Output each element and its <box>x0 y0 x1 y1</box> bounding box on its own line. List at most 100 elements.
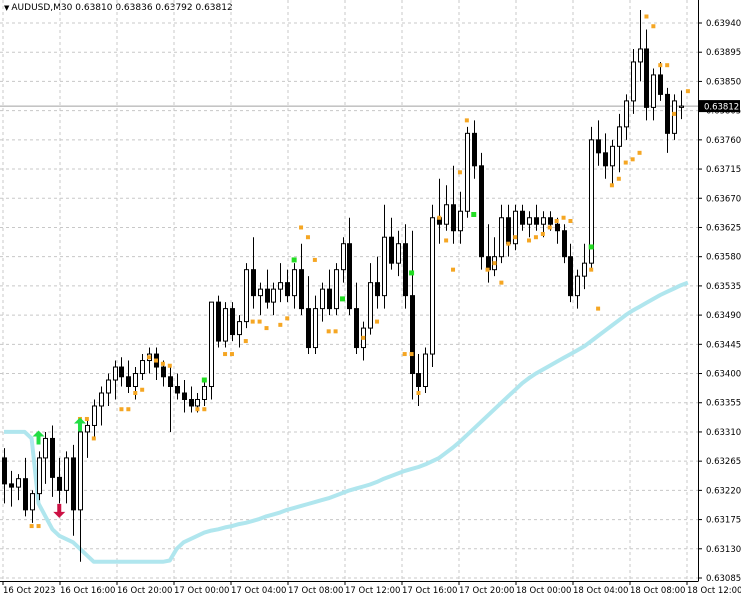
candle-body <box>410 295 415 375</box>
candle-body <box>534 217 539 225</box>
sar-dot <box>513 235 518 240</box>
candle-body <box>251 269 256 297</box>
sar-dot <box>133 391 138 395</box>
candle-body <box>223 308 228 342</box>
candle-body <box>64 457 69 491</box>
time-label: 18 Oct 12:00 <box>687 586 741 596</box>
candle-body <box>271 288 276 303</box>
sar-dot <box>299 225 304 230</box>
price-label: 0.63355 <box>706 399 741 409</box>
sar-dot <box>457 170 462 175</box>
time-label: 16 Oct 20:00 <box>117 586 172 596</box>
candle-body <box>472 132 477 167</box>
candle-body <box>548 217 553 225</box>
candle-body <box>306 308 311 349</box>
candle-body <box>506 217 511 245</box>
candle-body <box>575 275 580 297</box>
candle-body <box>631 61 636 102</box>
candle-body <box>610 145 615 167</box>
candle-body <box>479 165 484 258</box>
candle-body <box>354 308 359 349</box>
candle-body <box>347 243 352 310</box>
candle-body <box>292 269 297 297</box>
price-label: 0.63850 <box>706 77 741 87</box>
sar-dot <box>84 416 89 421</box>
candle-body <box>37 457 42 495</box>
chart-canvas[interactable]: 0.639400.638950.638500.638050.637600.637… <box>0 0 741 600</box>
price-label: 0.63490 <box>706 311 741 321</box>
price-label: 0.63940 <box>706 19 741 29</box>
sar-dot <box>160 361 165 366</box>
candle-body <box>189 398 194 407</box>
sar-dot <box>126 407 131 412</box>
sar-dot <box>409 352 414 357</box>
arrow-up-icon <box>73 417 86 432</box>
sar-dot <box>36 524 41 529</box>
candle-body <box>299 269 304 310</box>
price-label: 0.63580 <box>706 253 741 263</box>
candle-body <box>341 243 346 271</box>
sar-dot <box>658 63 663 68</box>
price-label: 0.63715 <box>706 165 741 175</box>
candle-body <box>396 243 401 264</box>
candle-body <box>78 431 83 511</box>
time-label: 18 Oct 00:00 <box>516 586 571 596</box>
candle-body <box>665 93 670 134</box>
sar-dot <box>492 261 497 266</box>
candle-body <box>230 308 235 336</box>
sar-dot <box>229 352 234 357</box>
time-label: 17 Oct 00:00 <box>174 586 229 596</box>
price-label: 0.63310 <box>706 428 741 438</box>
sar-dot <box>402 352 407 357</box>
sar-dot <box>202 407 207 412</box>
sar-dot <box>464 118 469 123</box>
candle-body <box>265 288 270 303</box>
chart-window[interactable]: ▼ AUDUSD,M30 0.63810 0.63836 0.63792 0.63… <box>0 0 741 600</box>
sar-dot <box>437 215 442 220</box>
price-label: 0.63625 <box>706 223 741 233</box>
sar-dot <box>326 329 331 334</box>
sar-dot <box>361 335 366 340</box>
candle-body <box>368 282 373 329</box>
candle-body <box>126 376 131 388</box>
candle-body <box>57 476 62 491</box>
sar-dot <box>561 215 566 220</box>
moving-average-line <box>4 280 689 564</box>
candle-body <box>92 405 97 426</box>
sar-dot <box>223 352 228 357</box>
price-label: 0.63175 <box>706 516 741 526</box>
candle-body <box>209 301 214 388</box>
candle-body <box>520 210 525 225</box>
candle-body <box>451 204 456 232</box>
candle-body <box>244 269 249 323</box>
sar-dot <box>29 524 34 529</box>
time-axis: 16 Oct 2023 16 Oct 16:00 16 Oct 20:00 17 Oc… <box>2 581 741 596</box>
candle-body <box>389 236 394 264</box>
sar-dot <box>243 339 248 344</box>
candle-body <box>465 132 470 212</box>
sar-dot <box>547 225 552 230</box>
candle-body <box>119 366 124 378</box>
candle-body <box>168 376 173 388</box>
candle-body <box>499 217 504 258</box>
price-label: 0.63895 <box>706 48 741 58</box>
price-label: 0.63265 <box>706 457 741 467</box>
sar-dot <box>665 63 670 68</box>
candle-body <box>85 424 90 433</box>
candle-body <box>175 386 180 394</box>
price-label: 0.63400 <box>706 370 741 380</box>
candle-body <box>444 204 449 225</box>
time-label: 16 Oct 2023 <box>3 586 56 596</box>
signal-dot <box>291 257 297 263</box>
time-label: 17 Oct 12:00 <box>345 586 400 596</box>
candle-body <box>99 392 104 407</box>
candle-body <box>113 366 118 381</box>
sar-dot <box>312 257 317 262</box>
candle-body <box>658 74 663 95</box>
sar-dot <box>147 355 152 360</box>
candle-body <box>638 48 643 63</box>
candle-body <box>182 392 187 400</box>
candle-body <box>423 353 428 388</box>
time-label: 17 Oct 16:00 <box>402 586 457 596</box>
candle-body <box>30 493 35 511</box>
